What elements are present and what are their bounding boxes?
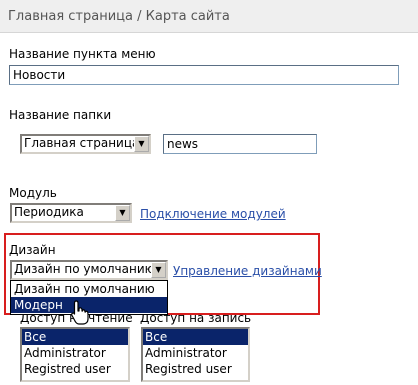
design-select[interactable]: Дизайн по умолчанию ▼ <box>10 260 168 280</box>
folder-label: Название папки <box>9 108 112 122</box>
chevron-down-icon[interactable]: ▼ <box>115 205 130 221</box>
list-item[interactable]: Administrator <box>143 345 248 361</box>
module-select[interactable]: Периодика ▼ <box>10 203 132 223</box>
design-option[interactable]: Дизайн по умолчанию <box>11 281 167 297</box>
design-value: Дизайн по умолчанию <box>14 262 155 276</box>
manage-designs-link[interactable]: Управление дизайнами <box>173 264 322 278</box>
list-item[interactable]: Registred user <box>143 361 248 377</box>
menu-item-label: Название пункта меню <box>9 47 156 61</box>
list-item[interactable]: Administrator <box>22 345 128 361</box>
breadcrumb: Главная страница / Карта сайта <box>0 0 418 33</box>
parent-folder-select[interactable]: Главная страница ▼ <box>20 134 151 154</box>
design-label: Дизайн <box>9 243 56 257</box>
parent-folder-value: Главная страница <box>24 136 140 150</box>
list-item[interactable]: Registred user <box>22 361 128 377</box>
folder-name-input[interactable]: news <box>163 134 317 154</box>
write-access-list[interactable]: Все Administrator Registred user <box>141 327 250 382</box>
hand-pointer-icon <box>71 300 89 325</box>
chevron-down-icon[interactable]: ▼ <box>151 262 166 278</box>
read-access-list[interactable]: Все Administrator Registred user <box>20 327 130 382</box>
list-item[interactable]: Все <box>22 329 128 345</box>
module-value: Периодика <box>14 205 84 219</box>
chevron-down-icon[interactable]: ▼ <box>134 136 149 152</box>
list-item[interactable]: Все <box>143 329 248 345</box>
connect-modules-link[interactable]: Подключение модулей <box>140 207 286 221</box>
module-label: Модуль <box>9 186 57 200</box>
menu-item-input[interactable]: Новости <box>9 65 399 85</box>
